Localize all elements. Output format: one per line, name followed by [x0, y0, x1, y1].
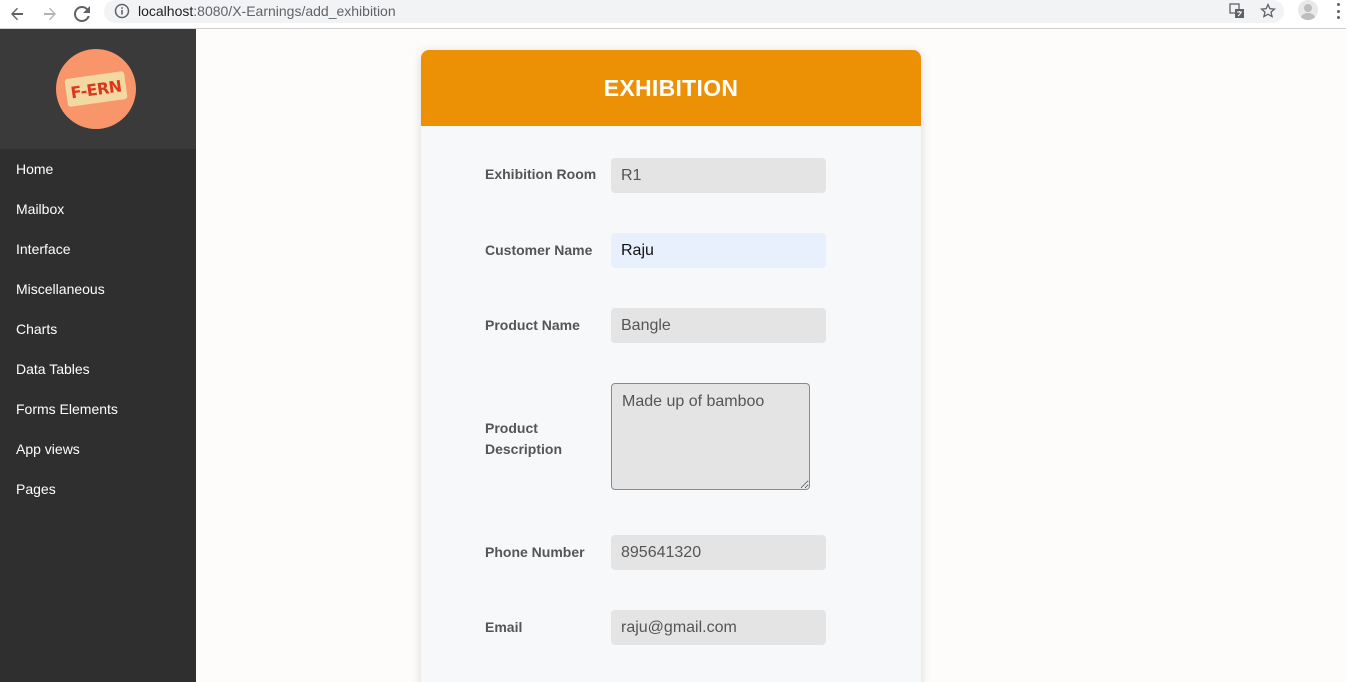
browser-menu-icon[interactable] [1334, 3, 1342, 19]
form-title: EXHIBITION [603, 74, 739, 101]
customer-name-label: Customer Name [485, 242, 593, 258]
url-text: localhost:8080/X-Earnings/add_exhibition [138, 3, 396, 19]
phone-number-label: Phone Number [485, 544, 585, 560]
customer-name-input[interactable] [611, 233, 826, 268]
email-label: Email [485, 619, 523, 635]
url-host: localhost [138, 3, 194, 19]
forward-arrow-icon[interactable] [39, 3, 61, 25]
brand-logo[interactable]: F-ERN [56, 49, 136, 129]
info-icon[interactable] [114, 3, 130, 19]
product-description-label-line1: Product [485, 420, 538, 436]
browser-toolbar: localhost:8080/X-Earnings/add_exhibition [0, 0, 1346, 29]
sidebar: F-ERN Home Mailbox Interface Miscellaneo… [0, 29, 196, 682]
sidebar-item-home[interactable]: Home [0, 149, 196, 189]
sidebar-item-app-views[interactable]: App views [0, 429, 196, 469]
logo-plate: F-ERN [64, 70, 128, 108]
reload-icon[interactable] [71, 3, 93, 25]
phone-number-input[interactable] [611, 535, 826, 570]
product-description-label-line2: Description [485, 441, 563, 457]
translate-icon[interactable] [1228, 2, 1246, 20]
product-name-input[interactable] [611, 308, 826, 343]
profile-avatar-icon[interactable] [1298, 0, 1318, 20]
sidebar-header: F-ERN [0, 29, 196, 149]
sidebar-item-interface[interactable]: Interface [0, 229, 196, 269]
form-header: EXHIBITION [421, 50, 921, 126]
sidebar-item-charts[interactable]: Charts [0, 309, 196, 349]
product-name-label: Product Name [485, 317, 580, 333]
exhibition-room-label: Exhibition Room [485, 166, 597, 182]
back-arrow-icon[interactable] [6, 3, 28, 25]
exhibition-room-input[interactable] [611, 158, 826, 193]
url-path: :8080/X-Earnings/add_exhibition [193, 3, 396, 19]
sidebar-item-forms-elements[interactable]: Forms Elements [0, 389, 196, 429]
email-input[interactable] [611, 610, 826, 645]
product-description-textarea[interactable]: Made up of bamboo [611, 383, 810, 490]
sidebar-item-data-tables[interactable]: Data Tables [0, 349, 196, 389]
sidebar-item-mailbox[interactable]: Mailbox [0, 189, 196, 229]
logo-text: F-ERN [69, 76, 123, 102]
sidebar-item-miscellaneous[interactable]: Miscellaneous [0, 269, 196, 309]
sidebar-item-pages[interactable]: Pages [0, 469, 196, 509]
address-bar[interactable]: localhost:8080/X-Earnings/add_exhibition [104, 0, 1284, 23]
star-icon[interactable] [1259, 2, 1277, 20]
exhibition-form-card: EXHIBITION Exhibition Room Customer Name… [421, 50, 921, 682]
sidebar-menu: Home Mailbox Interface Miscellaneous Cha… [0, 149, 196, 509]
